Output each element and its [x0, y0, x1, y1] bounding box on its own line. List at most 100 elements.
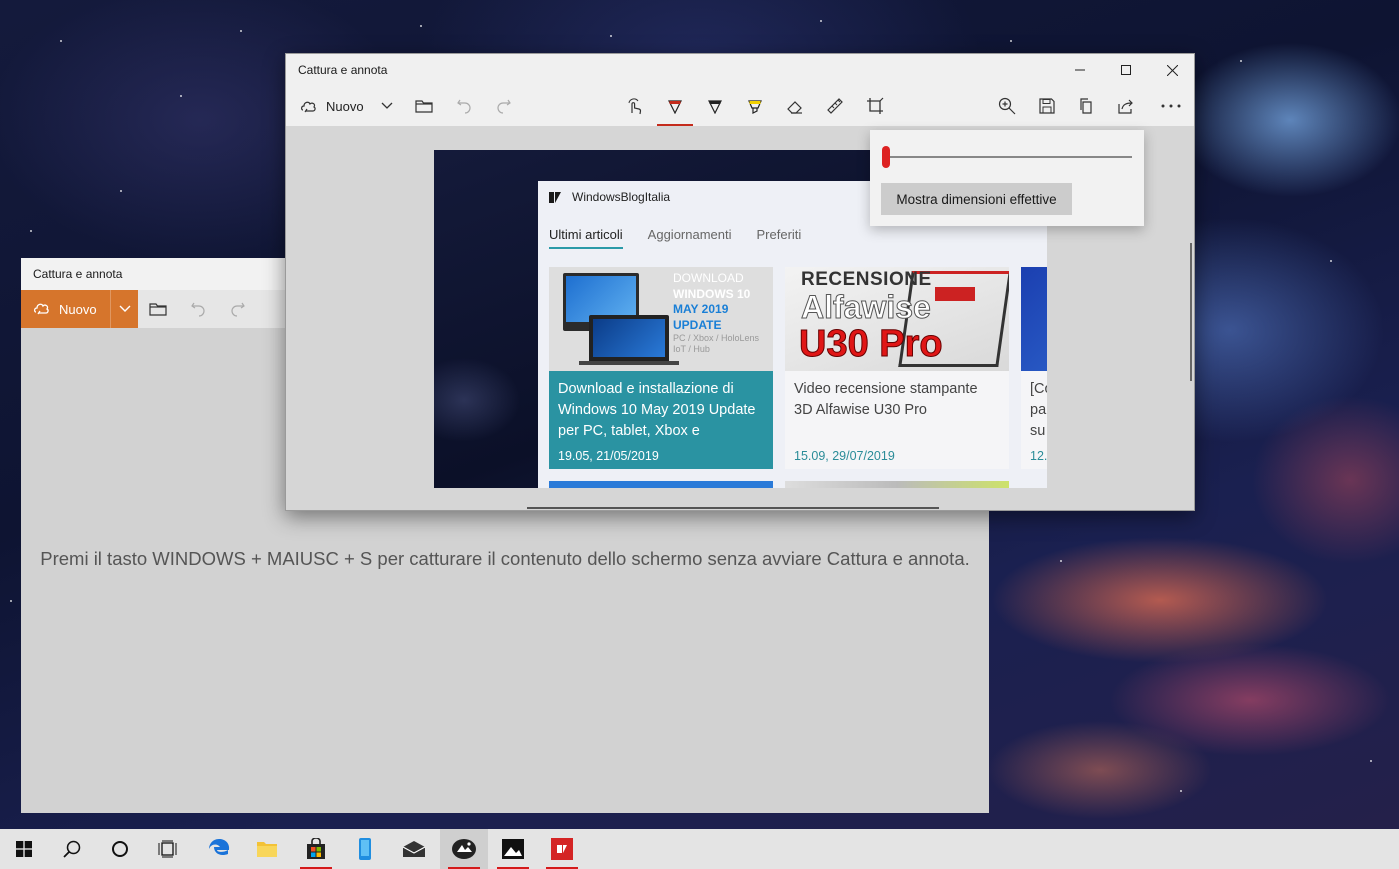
next-card-peek — [549, 481, 773, 488]
snip-sketch-app[interactable] — [440, 829, 488, 869]
zoom-popup: Mostra dimensioni effettive — [870, 130, 1144, 226]
article-headline: Video recensione stampante 3D Alfawise U… — [794, 381, 978, 418]
close-button[interactable] — [1149, 54, 1195, 86]
front-window-toolbar: Nuovo — [286, 86, 1194, 126]
thumbnail-text: U30 Pro — [799, 323, 944, 366]
zoom-slider-thumb[interactable] — [882, 146, 890, 168]
crop-icon — [867, 97, 884, 114]
taskbar — [0, 829, 1399, 869]
undo-icon — [457, 99, 471, 114]
next-card-peek — [785, 481, 1009, 488]
new-snip-button[interactable]: Nuovo — [294, 86, 382, 126]
ruler-button[interactable] — [815, 86, 855, 126]
thumbnail-text: Alfawise — [801, 289, 932, 326]
phone-icon — [359, 838, 371, 860]
ballpoint-pen-icon — [668, 100, 682, 114]
highlighter-icon — [748, 100, 762, 114]
article-date: 12. — [1030, 449, 1047, 463]
edge-app[interactable] — [195, 829, 243, 869]
folder-icon — [415, 100, 433, 113]
article-card: [Co pa su 12. — [1021, 267, 1047, 469]
snip-sketch-icon — [452, 839, 476, 859]
search-icon — [63, 840, 81, 858]
captured-app-title-text: WindowsBlogItalia — [572, 190, 671, 204]
store-app[interactable] — [292, 829, 340, 869]
copy-button[interactable] — [1067, 86, 1107, 126]
new-snip-label: Nuovo — [59, 301, 97, 317]
phone-app[interactable] — [341, 829, 389, 869]
pencil-button[interactable] — [695, 86, 735, 126]
save-icon — [1039, 98, 1055, 114]
photos-icon — [502, 839, 524, 859]
tab-favorites: Preferiti — [756, 227, 802, 242]
article-headline: [Co pa su — [1030, 381, 1047, 439]
touch-writing-button[interactable] — [615, 86, 655, 126]
redo-icon — [497, 99, 511, 114]
zoom-button[interactable] — [987, 86, 1027, 126]
redo-button[interactable] — [484, 86, 524, 126]
crop-button[interactable] — [855, 86, 895, 126]
captured-app-window: WindowsBlogItalia Ultimi articoli Aggior… — [538, 181, 1047, 488]
circle-icon — [112, 841, 128, 857]
more-icon — [1161, 104, 1181, 108]
redo-button[interactable] — [218, 290, 258, 328]
blog-app[interactable] — [538, 829, 586, 869]
thumbnail-subtext: PC / Xbox / HoloLens IoT / Hub — [673, 333, 760, 354]
blog-app-icon — [551, 838, 573, 860]
photos-app[interactable] — [489, 829, 537, 869]
touch-writing-icon — [628, 98, 642, 115]
new-snip-button[interactable]: Nuovo — [21, 290, 138, 328]
thumbnail-text: RECENSIONE — [801, 269, 932, 290]
zoom-icon — [998, 97, 1016, 115]
article-thumbnail: DOWNLOAD WINDOWS 10 MAY 2019 UPDATE PC /… — [549, 267, 773, 371]
save-button[interactable] — [1027, 86, 1067, 126]
mail-app[interactable] — [390, 829, 438, 869]
task-view-button[interactable] — [144, 829, 192, 869]
new-snip-icon — [301, 101, 316, 113]
vertical-scrollbar[interactable] — [1190, 243, 1192, 381]
highlighter-button[interactable] — [735, 86, 775, 126]
front-snip-window: Cattura e annota Nuovo WindowsBlogItalia… — [285, 53, 1195, 511]
chevron-down-icon — [381, 102, 393, 109]
edge-icon — [209, 839, 230, 856]
chevron-down-icon — [119, 305, 130, 312]
article-thumbnail — [1021, 267, 1047, 371]
ballpoint-pen-button[interactable] — [655, 86, 695, 126]
undo-icon — [191, 302, 205, 317]
minimize-button[interactable] — [1057, 54, 1103, 86]
article-date: 15.09, 29/07/2019 — [794, 449, 895, 463]
new-snip-label: Nuovo — [326, 98, 364, 114]
horizontal-scrollbar[interactable] — [527, 507, 939, 509]
shortcut-hint-text: Premi il tasto WINDOWS + MAIUSC + S per … — [40, 548, 970, 569]
cortana-button[interactable] — [96, 829, 144, 869]
folder-icon — [149, 303, 167, 316]
show-actual-size-button[interactable]: Mostra dimensioni effettive — [881, 183, 1072, 215]
undo-button[interactable] — [178, 290, 218, 328]
new-snip-dropdown[interactable] — [110, 290, 138, 328]
more-options-button[interactable] — [1151, 86, 1191, 126]
open-file-button[interactable] — [138, 290, 178, 328]
maximize-button[interactable] — [1103, 54, 1149, 86]
close-icon — [1166, 64, 1178, 76]
new-snip-dropdown[interactable] — [376, 86, 398, 126]
article-card: DOWNLOAD WINDOWS 10 MAY 2019 UPDATE PC /… — [549, 267, 773, 469]
zoom-slider-track[interactable] — [886, 156, 1132, 158]
article-date: 19.05, 21/05/2019 — [558, 449, 659, 463]
eraser-button[interactable] — [775, 86, 815, 126]
task-view-icon — [158, 840, 177, 858]
undo-button[interactable] — [444, 86, 484, 126]
share-button[interactable] — [1107, 86, 1147, 126]
share-icon — [1118, 99, 1133, 114]
article-headline: Download e installazione di Windows 10 M… — [558, 381, 756, 439]
start-button[interactable] — [0, 829, 48, 869]
ruler-icon — [827, 98, 843, 114]
thumbnail-text: DOWNLOAD WINDOWS 10 MAY 2019 UPDATE — [673, 271, 751, 332]
search-button[interactable] — [48, 829, 96, 869]
file-explorer-app[interactable] — [243, 829, 291, 869]
maximize-icon — [1121, 65, 1131, 75]
back-window-title: Cattura e annota — [33, 267, 123, 281]
blog-logo-icon — [549, 191, 561, 203]
pencil-icon — [708, 100, 722, 114]
open-file-button[interactable] — [404, 86, 444, 126]
redo-icon — [231, 302, 245, 317]
